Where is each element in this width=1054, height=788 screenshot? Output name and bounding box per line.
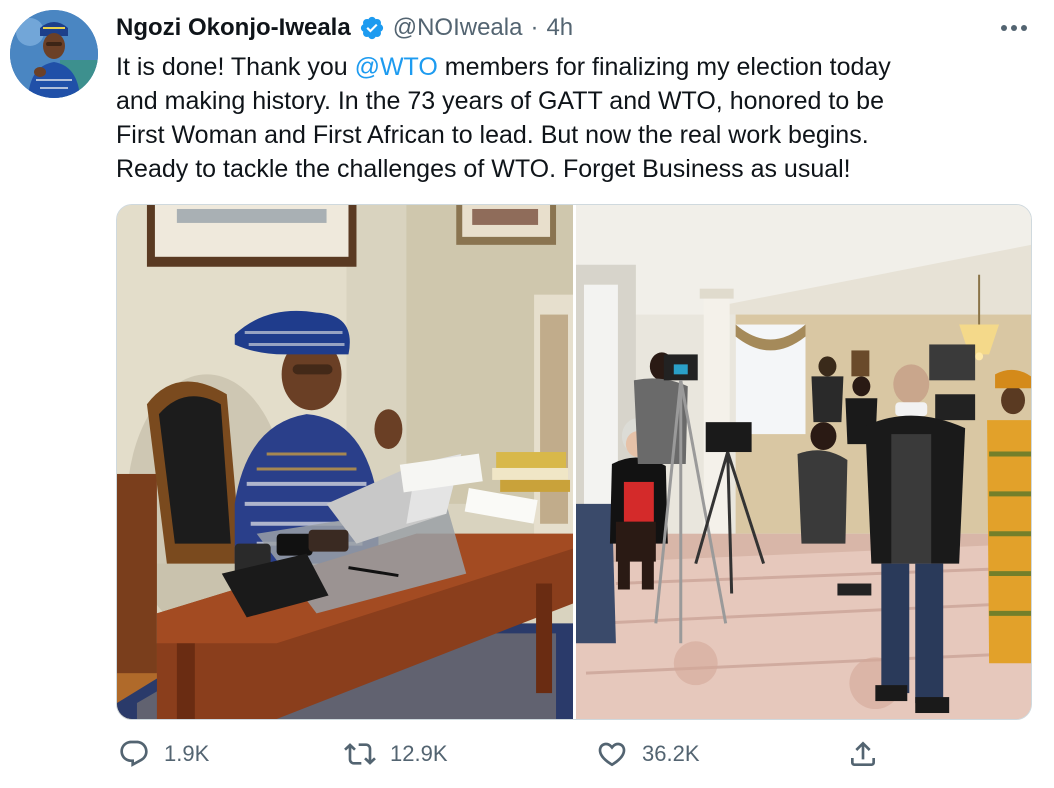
photo-press-room[interactable] [576,205,1031,719]
mention-link[interactable]: @WTO [355,53,438,81]
tweet-text-line-3: First Woman and First African to lead. B… [116,121,869,149]
timestamp[interactable]: 4h [546,14,573,42]
tweet-text-line-2: and making history. In the 73 years of G… [116,87,884,115]
avatar-image [10,10,98,98]
share-icon [847,738,879,770]
reply-button[interactable]: 1.9K [118,732,209,776]
heart-icon [596,738,628,770]
handle[interactable]: @NOIweala [393,14,523,42]
tweet[interactable]: Ngozi Okonjo-Iweala @NOIweala · 4h It is… [0,0,1054,788]
tweet-text-segment: members for finalizing my election today [437,53,891,81]
photo-desk[interactable] [117,205,573,719]
like-count: 36.2K [642,741,700,766]
avatar[interactable] [10,10,98,98]
verified-badge-icon [359,15,385,41]
tweet-text-line-4: Ready to tackle the challenges of WTO. F… [116,155,851,183]
display-name[interactable]: Ngozi Okonjo-Iweala [116,14,351,42]
reply-count: 1.9K [164,741,210,766]
retweet-icon [344,738,376,770]
tweet-text-line-1: It is done! Thank you @WTO members for f… [116,50,1016,84]
reply-icon [118,738,150,770]
more-button[interactable] [996,14,1032,42]
share-button[interactable] [847,732,879,776]
media-gallery [116,204,1032,720]
action-bar: 1.9K 12.9K 36.2K [116,732,896,776]
tweet-text-segment: It is done! Thank you [116,53,355,81]
more-dots-icon [1000,24,1028,32]
tweet-header: Ngozi Okonjo-Iweala @NOIweala · 4h [116,12,573,44]
retweet-button[interactable]: 12.9K [344,732,448,776]
separator-dot: · [530,14,539,41]
like-button[interactable]: 36.2K [596,732,700,776]
tweet-text: It is done! Thank you @WTO members for f… [116,50,1016,186]
retweet-count: 12.9K [390,741,448,766]
